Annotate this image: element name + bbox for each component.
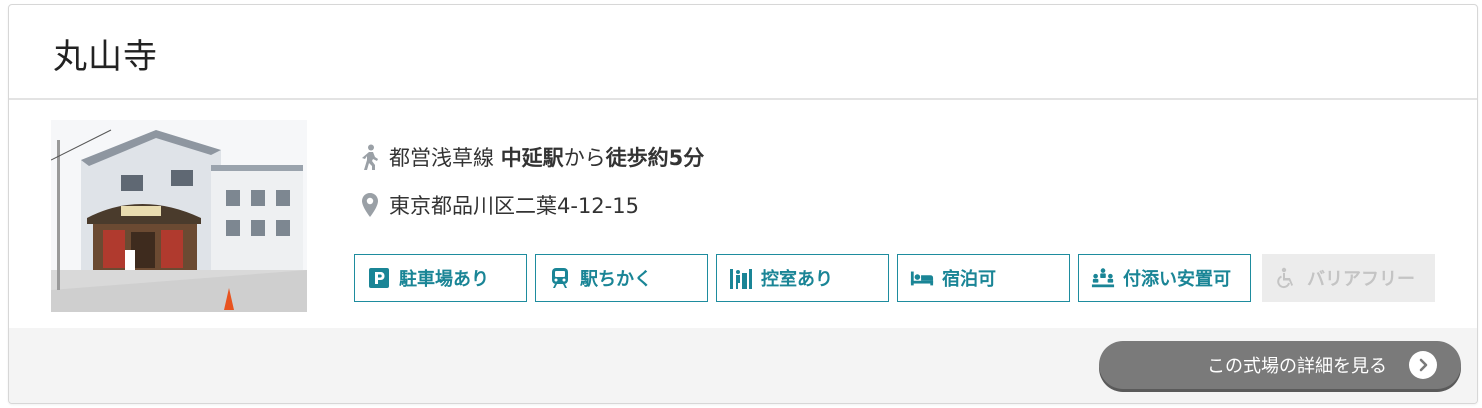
waiting-room-icon <box>729 266 753 290</box>
view-details-button[interactable]: この式場の詳細を見る <box>1099 341 1461 389</box>
address-info: 東京都品川区二葉4-12-15 <box>359 190 639 220</box>
tag-label: 駅ちかく <box>580 269 652 290</box>
tag-label: 付添い安置可 <box>1123 269 1231 290</box>
tag-attendant-rest: 付添い安置可 <box>1078 254 1251 302</box>
tag-label: バリアフリー <box>1307 269 1415 290</box>
map-pin-icon <box>359 191 381 219</box>
tag-parking: 駐車場あり <box>354 254 527 302</box>
access-from: から <box>563 146 606 170</box>
venue-photo[interactable] <box>51 120 307 312</box>
address-text: 東京都品川区二葉4-12-15 <box>389 194 639 218</box>
tag-waiting-room: 控室あり <box>716 254 889 302</box>
tag-label: 控室あり <box>761 269 833 290</box>
wheelchair-icon <box>1275 266 1299 290</box>
train-icon <box>548 266 572 290</box>
transit-line: 都営浅草線 <box>389 146 494 170</box>
tag-barrier-free: バリアフリー <box>1262 254 1435 302</box>
tag-overnight: 宿泊可 <box>897 254 1070 302</box>
tag-label: 駐車場あり <box>399 269 489 290</box>
people-icon <box>1091 266 1115 290</box>
walk-time: 徒歩約5分 <box>605 146 705 170</box>
view-details-label: この式場の詳細を見る <box>1207 356 1387 377</box>
card-header: 丸山寺 <box>9 5 1477 100</box>
station-name: 中延駅 <box>500 146 564 170</box>
venue-card: 丸山寺 都営浅草線 中延駅 から 徒歩約5分 東京都品川区二葉4-12-15 駐… <box>8 4 1478 404</box>
walking-person-icon <box>359 143 381 171</box>
tag-label: 宿泊可 <box>942 269 996 290</box>
parking-icon <box>367 266 391 290</box>
tag-near-station: 駅ちかく <box>535 254 708 302</box>
access-info: 都営浅草線 中延駅 から 徒歩約5分 <box>359 142 704 172</box>
bed-icon <box>910 266 934 290</box>
venue-name: 丸山寺 <box>53 37 158 77</box>
chevron-right-icon <box>1409 351 1437 379</box>
